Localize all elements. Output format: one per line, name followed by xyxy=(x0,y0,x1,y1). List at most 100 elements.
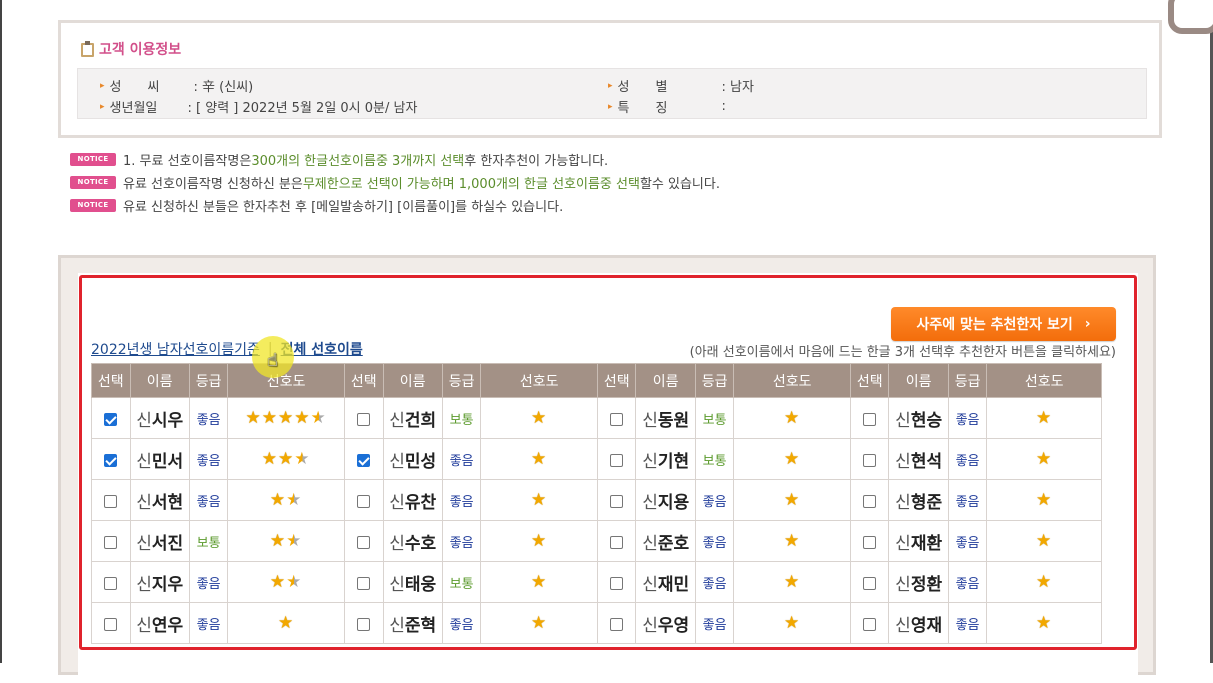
grade-label: 좋음 xyxy=(955,576,980,592)
customer-info-panel: 고객 이용정보 ▸ 성 씨 : 辛 (신씨) ▸ 생년월일 : [ 양력 ] 2… xyxy=(58,20,1162,138)
surname: 신 xyxy=(136,533,152,554)
table-row: 신민서 좋음 ★★★ 신민성 좋음 ★ 신기현 보통 ★ 신현석 좋음 ★ xyxy=(91,438,1102,480)
full-name: 신서현 xyxy=(136,493,183,513)
preference-stars: ★ xyxy=(1036,613,1052,633)
name-checkbox[interactable] xyxy=(863,617,877,631)
header-preference: 선호도 xyxy=(986,363,1102,398)
bullet-icon: ▸ xyxy=(608,101,613,112)
preference-stars: ★ xyxy=(531,490,547,510)
name-checkbox[interactable] xyxy=(610,412,624,426)
given-name: 서진 xyxy=(151,533,184,554)
given-name: 민성 xyxy=(404,451,437,472)
name-checkbox[interactable] xyxy=(610,494,624,508)
grade-cell: 좋음 xyxy=(441,438,482,480)
name-checkbox[interactable] xyxy=(357,535,371,549)
name-cell: 신정환 xyxy=(888,561,949,603)
name-cell: 신형준 xyxy=(888,479,949,521)
preference-stars: ★★ xyxy=(270,490,303,510)
preference-cell: ★ xyxy=(986,397,1102,439)
link-2022-male-names[interactable]: 2022년생 남자선호이름기준 xyxy=(91,339,260,359)
star-icon: ★ xyxy=(531,572,548,592)
name-checkbox[interactable] xyxy=(610,576,624,590)
star-icon: ★ xyxy=(784,449,801,469)
grade-cell: 좋음 xyxy=(947,397,988,439)
name-checkbox[interactable] xyxy=(104,617,118,631)
select-cell xyxy=(91,561,131,603)
full-name: 신준호 xyxy=(642,534,689,554)
star-icon: ★ xyxy=(269,490,287,510)
grade-cell: 좋음 xyxy=(947,520,988,562)
preference-cell: ★ xyxy=(480,561,598,603)
recommend-hanja-button[interactable]: 사주에 맞는 추천한자 보기 › xyxy=(891,307,1116,341)
notice-badge: NOTICE xyxy=(70,175,116,189)
full-name: 신현승 xyxy=(895,411,942,431)
name-checkbox[interactable] xyxy=(863,494,877,508)
surname: 신 xyxy=(389,615,405,636)
name-cell: 신현승 xyxy=(888,397,949,439)
given-name: 현석 xyxy=(910,451,943,472)
name-cell: 신태웅 xyxy=(382,561,443,603)
grade-label: 보통 xyxy=(702,412,727,428)
name-checkbox[interactable] xyxy=(104,494,118,508)
full-name: 신수호 xyxy=(389,534,436,554)
grade-cell: 좋음 xyxy=(947,561,988,603)
preference-stars: ★ xyxy=(784,531,800,551)
grade-cell: 좋음 xyxy=(694,602,735,644)
given-name: 재환 xyxy=(910,533,943,554)
name-checkbox[interactable] xyxy=(610,535,624,549)
grade-label: 좋음 xyxy=(196,412,221,428)
select-cell xyxy=(849,561,890,603)
preference-cell: ★ xyxy=(986,520,1102,562)
grade-cell: 보통 xyxy=(694,397,735,439)
name-checkbox[interactable] xyxy=(104,535,118,549)
grade-label: 좋음 xyxy=(196,453,221,469)
surname: 신 xyxy=(136,492,152,513)
grade-cell: 좋음 xyxy=(188,479,229,521)
name-checkbox[interactable] xyxy=(863,576,877,590)
name-checkbox[interactable] xyxy=(863,535,877,549)
name-checkbox[interactable] xyxy=(104,576,118,590)
preference-cell: ★★ xyxy=(227,479,345,521)
name-checkbox[interactable] xyxy=(357,412,371,426)
preference-cell: ★★★ xyxy=(227,438,345,480)
name-cell: 신우영 xyxy=(635,602,696,644)
full-name: 신우영 xyxy=(642,616,689,636)
select-cell xyxy=(91,479,131,521)
preference-stars: ★ xyxy=(531,531,547,551)
select-cell xyxy=(596,438,637,480)
name-checkbox[interactable] xyxy=(357,453,371,467)
bullet-icon: ▸ xyxy=(608,80,613,91)
header-grade: 등급 xyxy=(947,363,988,398)
selection-hint: (아래 선호이름에서 마음에 드는 한글 3개 선택후 추천한자 버튼을 클릭하… xyxy=(689,345,1116,360)
birth-row: ▸ 생년월일 : [ 양력 ] 2022년 5월 2일 0시 0분/ 남자 xyxy=(100,101,418,116)
grade-cell: 좋음 xyxy=(188,561,229,603)
name-cell: 신지우 xyxy=(129,561,190,603)
name-cell: 신준호 xyxy=(635,520,696,562)
grade-label: 좋음 xyxy=(196,576,221,592)
name-checkbox[interactable] xyxy=(357,617,371,631)
hand-cursor-icon: ☝ xyxy=(267,350,278,371)
notice-badge: NOTICE xyxy=(70,152,116,166)
name-checkbox[interactable] xyxy=(104,453,118,467)
select-cell xyxy=(343,397,384,439)
star-icon: ★ xyxy=(531,408,548,428)
name-checkbox[interactable] xyxy=(610,453,624,467)
notice-badge: NOTICE xyxy=(70,198,116,212)
given-name: 수호 xyxy=(404,533,437,554)
grade-label: 보통 xyxy=(449,412,474,428)
preference-stars: ★★ xyxy=(270,572,303,592)
grade-label: 좋음 xyxy=(196,617,221,633)
surname: 신 xyxy=(642,574,658,595)
given-name: 서현 xyxy=(151,492,184,513)
name-checkbox[interactable] xyxy=(863,412,877,426)
name-checkbox[interactable] xyxy=(863,453,877,467)
select-cell xyxy=(596,397,637,439)
given-name: 유찬 xyxy=(404,492,437,513)
header-select: 선택 xyxy=(343,363,384,398)
preference-cell: ★ xyxy=(733,520,851,562)
name-checkbox[interactable] xyxy=(357,494,371,508)
name-checkbox[interactable] xyxy=(610,617,624,631)
name-cell: 신준혁 xyxy=(382,602,443,644)
name-checkbox[interactable] xyxy=(104,412,118,426)
name-checkbox[interactable] xyxy=(357,576,371,590)
